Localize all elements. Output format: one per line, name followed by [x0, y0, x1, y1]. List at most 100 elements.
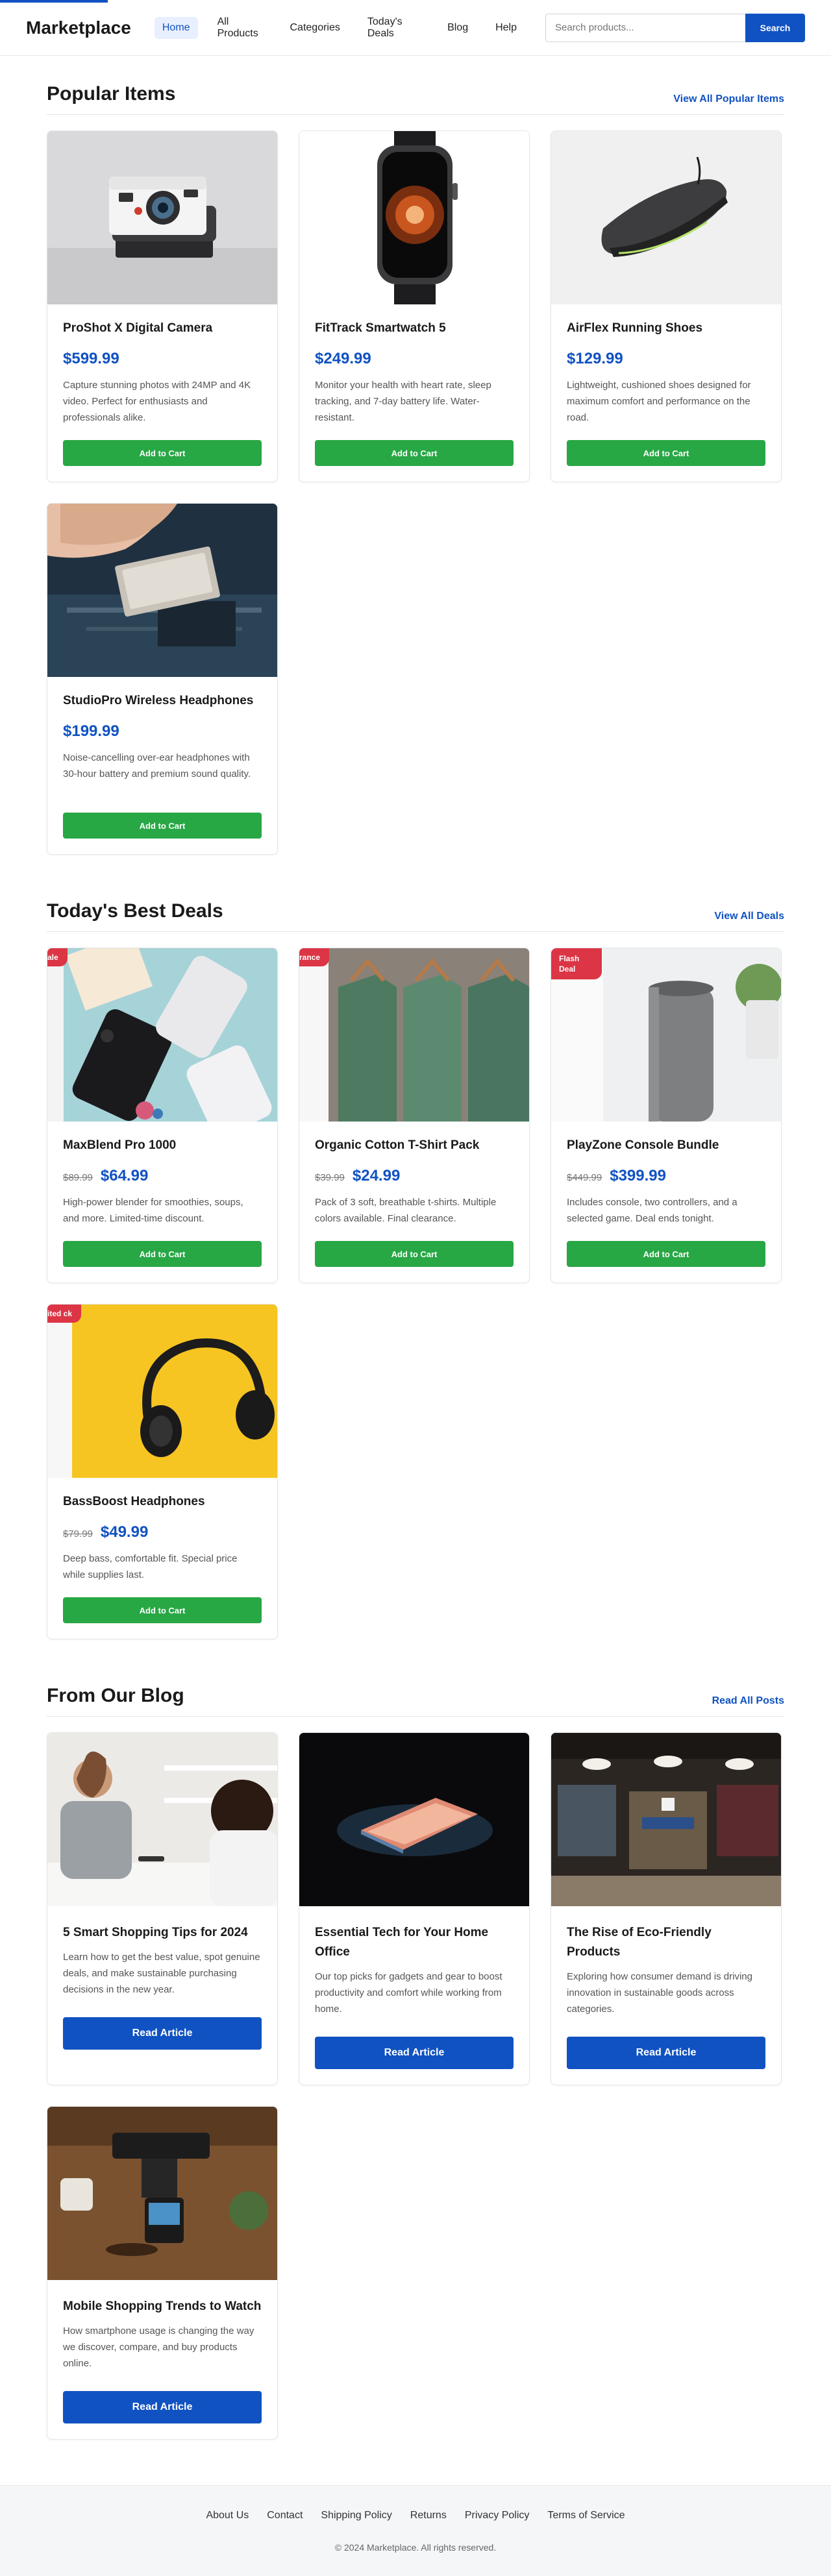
- circuit-board-image[interactable]: [47, 504, 277, 677]
- product-description: High-power blender for smoothies, soups,…: [63, 1197, 243, 1224]
- shop-counter-image[interactable]: [47, 1733, 277, 1906]
- product-name[interactable]: MaxBlend Pro 1000: [63, 1138, 262, 1153]
- site-footer: About Us Contact Shipping Policy Returns…: [0, 2485, 831, 2576]
- footer-link-about[interactable]: About Us: [206, 2510, 249, 2521]
- sale-price: $64.99: [100, 1167, 149, 1184]
- search-input[interactable]: [545, 13, 745, 42]
- product-description: Includes console, two controllers, and a…: [567, 1197, 738, 1224]
- footer-link-terms[interactable]: Terms of Service: [547, 2510, 625, 2521]
- deal-badge: rance: [299, 948, 330, 966]
- article-excerpt: How smartphone usage is changing the way…: [63, 2325, 254, 2369]
- nav-categories[interactable]: Categories: [282, 17, 348, 39]
- add-to-cart-button[interactable]: Add to Cart: [567, 1241, 765, 1267]
- product-card: StudioPro Wireless Headphones $199.99 No…: [47, 503, 278, 855]
- add-to-cart-button[interactable]: Add to Cart: [63, 1241, 262, 1267]
- section-header: Today's Best Deals View All Deals: [47, 900, 784, 932]
- logo[interactable]: Marketplace: [26, 18, 131, 38]
- read-article-button[interactable]: Read Article: [63, 2017, 262, 2050]
- product-description: Monitor your health with heart rate, sle…: [315, 380, 491, 423]
- product-description: Lightweight, cushioned shoes designed fo…: [567, 380, 751, 423]
- article-excerpt: Learn how to get the best value, spot ge…: [63, 1952, 260, 1995]
- blog-section: From Our Blog Read All Posts 5 Smart Sho…: [47, 1639, 784, 2440]
- phones-image[interactable]: [47, 948, 277, 1122]
- article-title[interactable]: Essential Tech for Your Home Office: [315, 1923, 514, 1962]
- headphones-image[interactable]: [47, 1305, 277, 1478]
- nav-todays-deals[interactable]: Today's Deals: [360, 11, 428, 45]
- sale-price: $24.99: [352, 1167, 401, 1184]
- section-title: From Our Blog: [47, 1685, 184, 1706]
- site-header: Marketplace Home All Products Categories…: [0, 0, 831, 56]
- deals-section: Today's Best Deals View All Deals ale Ma…: [47, 855, 784, 1639]
- product-name[interactable]: Organic Cotton T-Shirt Pack: [315, 1138, 514, 1153]
- product-description: Deep bass, comfortable fit. Special pric…: [63, 1553, 238, 1580]
- product-card: AirFlex Running Shoes $129.99 Lightweigh…: [551, 130, 782, 482]
- deal-badge: Flash Deal: [551, 948, 602, 979]
- card-reader-image[interactable]: [47, 2107, 277, 2280]
- product-name[interactable]: PlayZone Console Bundle: [567, 1138, 765, 1153]
- deal-card: ale MaxBlend Pro 1000 $89.99 $64.99 High…: [47, 948, 278, 1283]
- footer-link-privacy[interactable]: Privacy Policy: [465, 2510, 530, 2521]
- read-article-button[interactable]: Read Article: [63, 2391, 262, 2423]
- view-all-popular-link[interactable]: View All Popular Items: [673, 93, 784, 105]
- main-nav: Home All Products Categories Today's Dea…: [154, 11, 532, 45]
- deal-badge: ited ck: [47, 1305, 82, 1323]
- add-to-cart-button[interactable]: Add to Cart: [315, 440, 514, 466]
- product-name[interactable]: FitTrack Smartwatch 5: [315, 321, 514, 336]
- footer-link-shipping[interactable]: Shipping Policy: [321, 2510, 391, 2521]
- nav-all-products[interactable]: All Products: [210, 11, 271, 45]
- product-description: Noise-cancelling over-ear headphones wit…: [63, 752, 251, 779]
- nav-blog[interactable]: Blog: [440, 17, 476, 39]
- footer-links: About Us Contact Shipping Policy Returns…: [206, 2510, 625, 2521]
- smartwatch-image[interactable]: [299, 131, 529, 304]
- blog-card: Mobile Shopping Trends to Watch How smar…: [47, 2106, 278, 2440]
- article-title[interactable]: The Rise of Eco-Friendly Products: [567, 1923, 765, 1962]
- running-shoe-image[interactable]: [551, 131, 781, 304]
- add-to-cart-button[interactable]: Add to Cart: [63, 1597, 262, 1623]
- nav-home[interactable]: Home: [154, 16, 198, 39]
- article-title[interactable]: 5 Smart Shopping Tips for 2024: [63, 1923, 262, 1943]
- deal-card: ited ck BassBoost Headphones $79.99 $49.…: [47, 1304, 278, 1639]
- deal-card: rance Organic Cotton T-Shirt Pack $39.99…: [299, 948, 530, 1283]
- read-article-button[interactable]: Read Article: [315, 2037, 514, 2069]
- blog-card: The Rise of Eco-Friendly Products Explor…: [551, 1732, 782, 2085]
- search-button[interactable]: Search: [745, 13, 805, 42]
- product-name[interactable]: ProShot X Digital Camera: [63, 321, 262, 336]
- product-price: $129.99: [567, 350, 623, 367]
- footer-link-returns[interactable]: Returns: [410, 2510, 447, 2521]
- copyright: © 2024 Marketplace. All rights reserved.: [334, 2542, 497, 2553]
- section-header: From Our Blog Read All Posts: [47, 1685, 784, 1717]
- original-price: $79.99: [63, 1528, 93, 1539]
- add-to-cart-button[interactable]: Add to Cart: [63, 813, 262, 839]
- product-name[interactable]: BassBoost Headphones: [63, 1495, 262, 1509]
- footer-link-contact[interactable]: Contact: [267, 2510, 303, 2521]
- nav-help[interactable]: Help: [488, 17, 525, 39]
- page-progress-bar: [0, 0, 831, 3]
- read-article-button[interactable]: Read Article: [567, 2037, 765, 2069]
- camera-image[interactable]: [47, 131, 277, 304]
- blog-card: Essential Tech for Your Home Office Our …: [299, 1732, 530, 2085]
- sale-price: $399.99: [610, 1167, 666, 1184]
- read-all-posts-link[interactable]: Read All Posts: [712, 1695, 784, 1707]
- product-card: ProShot X Digital Camera $599.99 Capture…: [47, 130, 278, 482]
- original-price: $39.99: [315, 1172, 345, 1183]
- search-bar: Search: [545, 13, 805, 42]
- deal-card: Flash Deal PlayZone Console Bundle $449.…: [551, 948, 782, 1283]
- product-card: FitTrack Smartwatch 5 $249.99 Monitor yo…: [299, 130, 530, 482]
- product-grid: ProShot X Digital Camera $599.99 Capture…: [47, 130, 784, 855]
- product-price: $599.99: [63, 350, 119, 367]
- original-price: $449.99: [567, 1172, 602, 1183]
- laptop-image[interactable]: [299, 1733, 529, 1906]
- deal-badge: ale: [47, 948, 68, 966]
- t-shirts-image[interactable]: [299, 948, 529, 1122]
- product-name[interactable]: AirFlex Running Shoes: [567, 321, 765, 336]
- article-excerpt: Our top picks for gadgets and gear to bo…: [315, 1971, 502, 2015]
- product-name[interactable]: StudioPro Wireless Headphones: [63, 694, 262, 708]
- view-all-deals-link[interactable]: View All Deals: [714, 911, 784, 922]
- article-title[interactable]: Mobile Shopping Trends to Watch: [63, 2297, 262, 2316]
- add-to-cart-button[interactable]: Add to Cart: [567, 440, 765, 466]
- original-price: $89.99: [63, 1172, 93, 1183]
- product-price: $199.99: [63, 722, 119, 740]
- add-to-cart-button[interactable]: Add to Cart: [63, 440, 262, 466]
- add-to-cart-button[interactable]: Add to Cart: [315, 1241, 514, 1267]
- clothing-store-image[interactable]: [551, 1733, 781, 1906]
